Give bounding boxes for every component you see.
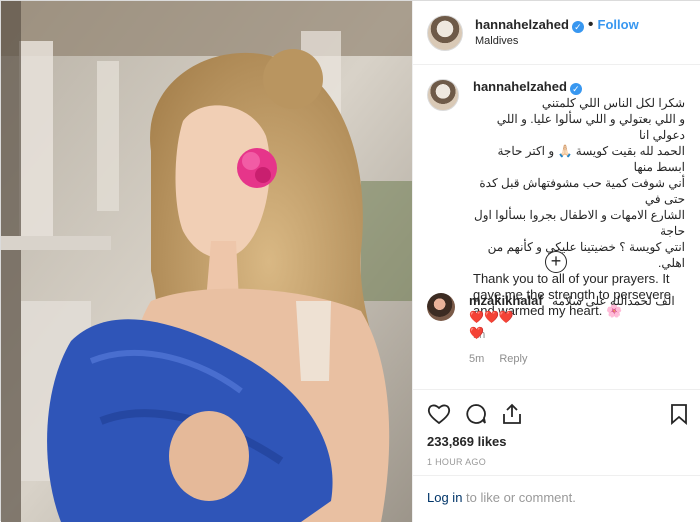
likes-count[interactable]: 233,869 likes bbox=[427, 434, 688, 449]
caption-arabic-line: شكرا لكل الناس اللي كلمتني bbox=[541, 96, 685, 110]
reply-button[interactable]: Reply bbox=[499, 353, 527, 365]
caption-arabic-line: انتي كويسة ؟ خضيتينا عليكي و كأنهم من اه… bbox=[487, 240, 685, 270]
login-link[interactable]: Log in bbox=[427, 490, 462, 505]
post-actions: 233,869 likes 1 HOUR AGO bbox=[413, 389, 700, 467]
header-text: hannahelzahed ✓ • Follow Maldives bbox=[475, 15, 639, 49]
login-prompt: Log in to like or comment. bbox=[413, 475, 700, 522]
like-heart-icon[interactable] bbox=[427, 403, 451, 425]
login-prompt-text: to like or comment. bbox=[462, 490, 576, 505]
caption-arabic-line: و اللي بعتولي و اللي سألوا عليا. و اللي … bbox=[496, 112, 685, 142]
comment-body: mzakikhalaf الف لحمدالله على سلامه ❤️❤️❤… bbox=[469, 293, 689, 365]
share-icon[interactable] bbox=[501, 402, 523, 426]
post-header: hannahelzahed ✓ • Follow Maldives bbox=[413, 1, 700, 65]
caption-arabic-line: الشارع الامهات و الاطفال بجروا بسألوا او… bbox=[474, 208, 685, 238]
bookmark-icon[interactable] bbox=[670, 403, 688, 425]
comment-timestamp[interactable]: 5m bbox=[469, 353, 484, 365]
post-time-ago: 1 HOUR AGO bbox=[427, 457, 487, 467]
action-icons bbox=[427, 400, 688, 428]
post-photo[interactable] bbox=[1, 1, 412, 522]
post-location[interactable]: Maldives bbox=[475, 33, 639, 49]
caption-username[interactable]: hannahelzahed bbox=[473, 79, 567, 94]
post-photo-image bbox=[1, 1, 412, 522]
caption-arabic-line: أني شوفت كمية حب مشوفتهاش قبل كدة حتى في bbox=[479, 176, 685, 206]
separator-dot: • bbox=[587, 15, 594, 33]
author-avatar[interactable] bbox=[427, 14, 463, 51]
commenter-username[interactable]: mzakikhalaf bbox=[469, 293, 543, 308]
instagram-post-frame: hannahelzahed ✓ • Follow Maldives hannahelz… bbox=[0, 0, 700, 522]
commenter-avatar[interactable] bbox=[427, 293, 455, 321]
verified-badge-icon: ✓ bbox=[571, 20, 584, 33]
comment-item: mzakikhalaf الف لحمدالله على سلامه ❤️❤️❤… bbox=[427, 293, 689, 365]
author-username[interactable]: hannahelzahed bbox=[475, 17, 569, 32]
verified-badge-icon: ✓ bbox=[569, 83, 582, 95]
caption-arabic-line: الحمد لله بقيت كويسة 🙏🏻 و اكتر حاجة ابسط… bbox=[497, 144, 685, 174]
load-more-comments-icon[interactable]: + bbox=[545, 251, 567, 273]
follow-button[interactable]: Follow bbox=[598, 17, 639, 32]
comments-section: hannahelzahed ✓ شكرا لكل الناس اللي كلمتن… bbox=[413, 65, 700, 389]
comment-heart-line: ❤️ bbox=[469, 326, 484, 340]
comment-bubble-icon[interactable] bbox=[465, 403, 487, 425]
post-sidebar: hannahelzahed ✓ • Follow Maldives hannahelz… bbox=[412, 1, 700, 522]
caption-avatar[interactable] bbox=[427, 79, 459, 111]
